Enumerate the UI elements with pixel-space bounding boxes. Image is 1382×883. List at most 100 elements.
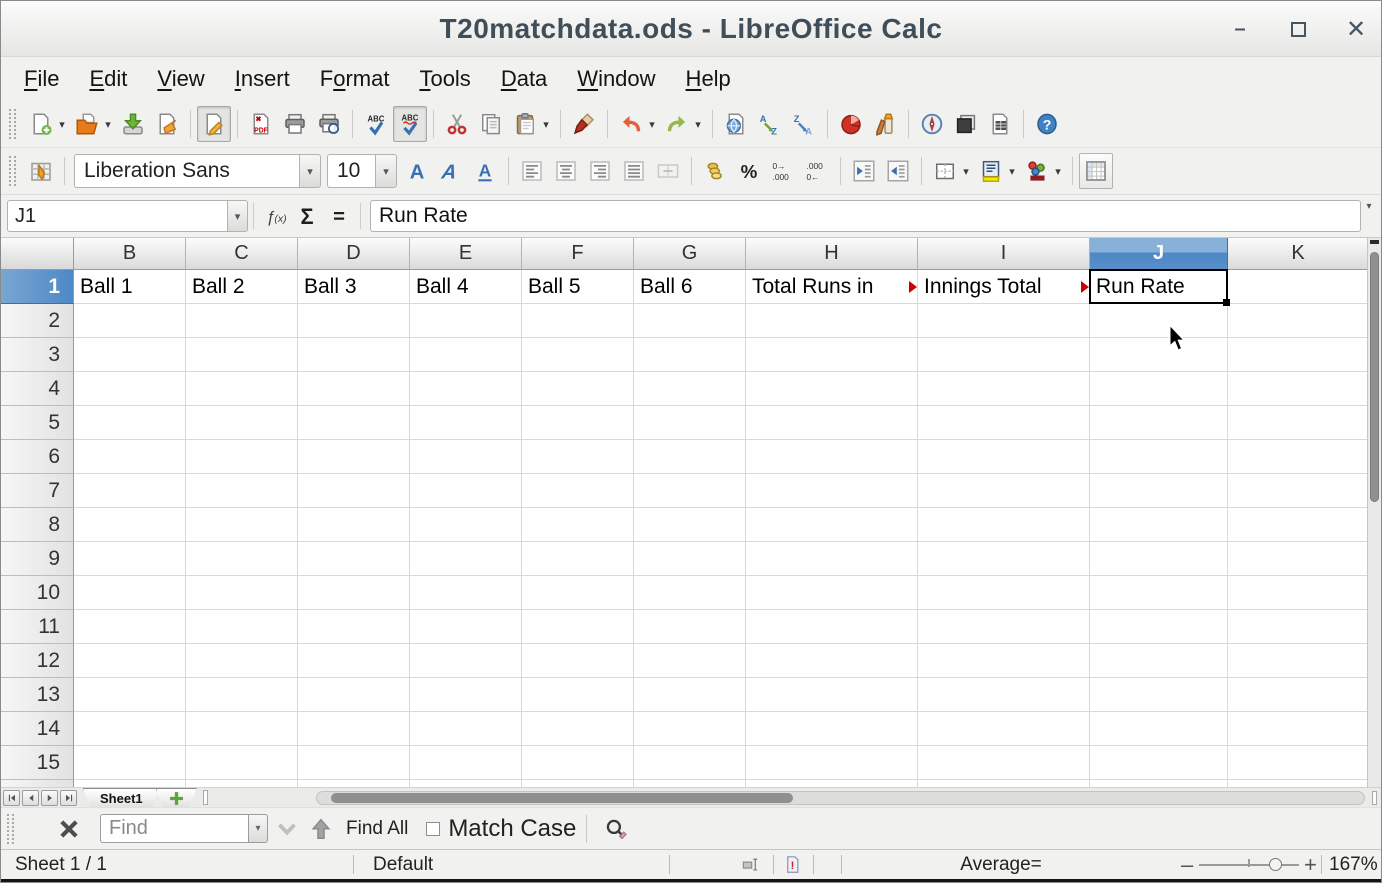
sum-icon[interactable]: Σ xyxy=(291,199,323,233)
font-name-dropdown[interactable]: ▾ xyxy=(299,154,321,188)
borders-dropdown[interactable]: ▾ xyxy=(960,165,972,178)
font-size-combobox[interactable]: 10 ▾ xyxy=(327,154,397,188)
copy-icon[interactable] xyxy=(474,106,508,142)
toolbar-grip[interactable] xyxy=(9,156,16,186)
font-name-combobox[interactable]: Liberation Sans ▾ xyxy=(74,154,321,188)
toolbar-grip[interactable] xyxy=(9,109,16,139)
tab-area-splitter[interactable] xyxy=(203,790,208,805)
auto-spellcheck-icon[interactable]: ABC xyxy=(393,106,427,142)
styles-icon[interactable] xyxy=(24,153,58,189)
draw-functions-icon[interactable] xyxy=(868,106,902,142)
cell-D1[interactable]: Ball 3 xyxy=(298,270,410,303)
percent-format-icon[interactable]: % xyxy=(732,153,766,189)
font-name-value[interactable]: Liberation Sans xyxy=(74,154,299,188)
horizontal-scrollbar-thumb[interactable] xyxy=(331,793,793,803)
sheet-number-status[interactable]: Sheet 1 / 1 xyxy=(15,850,107,879)
undo-icon[interactable] xyxy=(614,106,648,142)
new-document-dropdown[interactable]: ▾ xyxy=(56,118,68,131)
find-and-replace-icon[interactable] xyxy=(601,814,631,844)
row-header-12[interactable]: 12 xyxy=(1,644,74,678)
row-header-7[interactable]: 7 xyxy=(1,474,74,508)
navigator-icon[interactable] xyxy=(915,106,949,142)
decrease-indent-icon[interactable] xyxy=(847,153,881,189)
row-header-2[interactable]: 2 xyxy=(1,304,74,338)
maximize-button[interactable] xyxy=(1287,18,1309,40)
column-header-K[interactable]: K xyxy=(1228,238,1367,270)
minimize-button[interactable]: – xyxy=(1229,18,1251,40)
column-header-G[interactable]: G xyxy=(634,238,746,270)
row-header-4[interactable]: 4 xyxy=(1,372,74,406)
vertical-scrollbar[interactable] xyxy=(1367,238,1381,787)
paste-dropdown[interactable]: ▾ xyxy=(540,118,552,131)
print-icon[interactable] xyxy=(278,106,312,142)
name-box[interactable]: J1 ▾ xyxy=(7,200,248,232)
row-header-8[interactable]: 8 xyxy=(1,508,74,542)
cell-E1[interactable]: Ball 4 xyxy=(410,270,522,303)
open-document-icon[interactable] xyxy=(70,106,104,142)
column-header-E[interactable]: E xyxy=(410,238,522,270)
row-header-10[interactable]: 10 xyxy=(1,576,74,610)
menu-view[interactable]: View xyxy=(142,62,219,96)
sort-descending-icon[interactable]: ZA xyxy=(787,106,821,142)
align-left-icon[interactable] xyxy=(515,153,549,189)
cell-H1[interactable]: Total Runs in xyxy=(746,270,918,303)
background-color-icon[interactable] xyxy=(974,153,1008,189)
borders-icon[interactable] xyxy=(928,153,962,189)
font-size-value[interactable]: 10 xyxy=(327,154,375,188)
menu-edit[interactable]: Edit xyxy=(74,62,142,96)
insert-chart-icon[interactable] xyxy=(834,106,868,142)
italic-icon[interactable]: A xyxy=(434,153,468,189)
redo-icon[interactable] xyxy=(660,106,694,142)
find-input[interactable]: Find ▾ xyxy=(100,814,268,843)
column-header-C[interactable]: C xyxy=(186,238,298,270)
print-preview-icon[interactable] xyxy=(312,106,346,142)
clone-formatting-icon[interactable] xyxy=(567,106,601,142)
next-sheet-button[interactable] xyxy=(41,790,58,806)
gallery-icon[interactable] xyxy=(949,106,983,142)
save-icon[interactable] xyxy=(116,106,150,142)
vertical-split-handle[interactable] xyxy=(1370,240,1379,244)
spelling-icon[interactable]: ABC xyxy=(359,106,393,142)
menu-file[interactable]: File xyxy=(9,62,74,96)
help-icon[interactable]: ? xyxy=(1030,106,1064,142)
column-header-H[interactable]: H xyxy=(746,238,918,270)
freeze-panes-icon[interactable] xyxy=(1079,153,1113,189)
close-find-bar-button[interactable] xyxy=(52,812,86,846)
column-header-J[interactable]: J xyxy=(1090,238,1228,270)
find-input-dropdown[interactable]: ▾ xyxy=(248,814,268,843)
row-header-14[interactable]: 14 xyxy=(1,712,74,746)
cell-I1[interactable]: Innings Total xyxy=(918,270,1090,303)
row-header-15[interactable]: 15 xyxy=(1,746,74,780)
find-all-button[interactable]: Find All xyxy=(346,818,408,840)
zoom-in-button[interactable]: + xyxy=(1304,850,1317,879)
font-size-dropdown[interactable]: ▾ xyxy=(375,154,397,188)
last-sheet-button[interactable] xyxy=(60,790,77,806)
align-center-icon[interactable] xyxy=(549,153,583,189)
export-pdf-icon[interactable]: PDF xyxy=(244,106,278,142)
cell-B1[interactable]: Ball 1 xyxy=(74,270,186,303)
send-email-icon[interactable] xyxy=(150,106,184,142)
open-document-dropdown[interactable]: ▾ xyxy=(102,118,114,131)
underline-icon[interactable]: A xyxy=(468,153,502,189)
expand-formula-bar-button[interactable]: ▾ xyxy=(1361,199,1377,233)
horizontal-split-handle[interactable] xyxy=(1372,791,1377,805)
new-document-icon[interactable] xyxy=(24,106,58,142)
cell-reference[interactable]: J1 xyxy=(7,200,227,232)
cell-F1[interactable]: Ball 5 xyxy=(522,270,634,303)
vertical-scrollbar-thumb[interactable] xyxy=(1370,252,1379,502)
name-box-dropdown[interactable]: ▾ xyxy=(227,200,248,232)
formula-equals-icon[interactable]: = xyxy=(323,199,355,233)
menu-format[interactable]: Format xyxy=(305,62,405,96)
selection-mode-icon[interactable] xyxy=(741,850,760,879)
fill-handle[interactable] xyxy=(1223,299,1230,306)
row-header-13[interactable]: 13 xyxy=(1,678,74,712)
conditional-formatting-dropdown[interactable]: ▾ xyxy=(1052,165,1064,178)
row-header-3[interactable]: 3 xyxy=(1,338,74,372)
zoom-level-status[interactable]: 167% xyxy=(1329,850,1378,879)
column-header-D[interactable]: D xyxy=(298,238,410,270)
match-case-checkbox[interactable] xyxy=(426,822,440,836)
find-previous-button[interactable] xyxy=(306,814,336,844)
align-right-icon[interactable] xyxy=(583,153,617,189)
sheet-tab-sheet1[interactable]: Sheet1 xyxy=(83,788,160,807)
document-modified-icon[interactable]: ! xyxy=(783,850,802,879)
